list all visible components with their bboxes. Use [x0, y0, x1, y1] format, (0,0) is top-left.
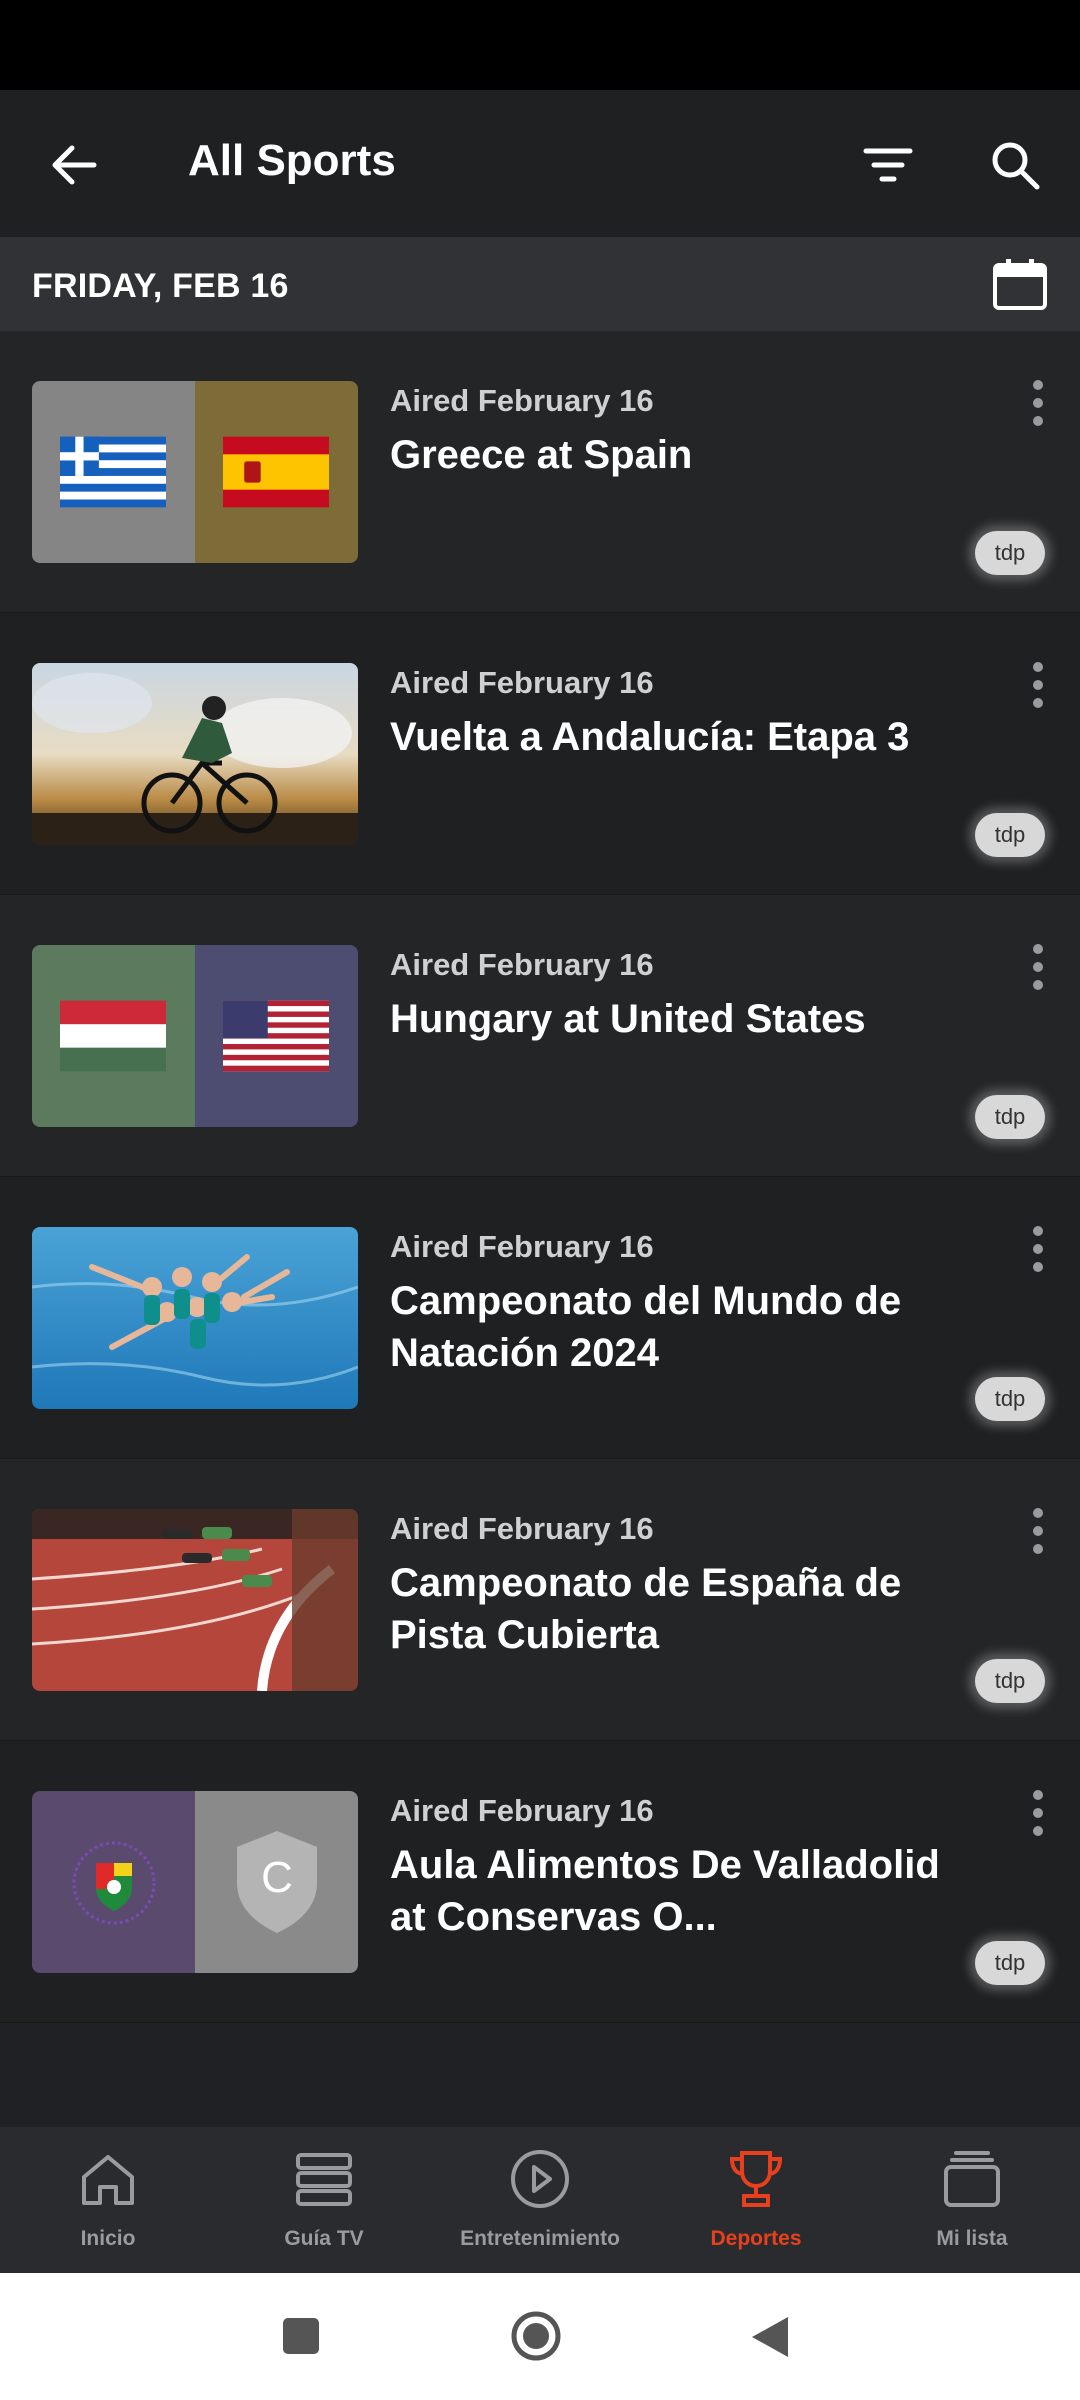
nav-label: Mi lista — [936, 2227, 1008, 2250]
app-bar: All Sports — [0, 90, 1080, 237]
filter-icon[interactable] — [858, 135, 918, 195]
back-arrow-icon[interactable] — [44, 135, 104, 195]
channel-badge: tdp — [975, 1941, 1045, 1985]
nav-guia-tv[interactable]: Guía TV — [216, 2127, 432, 2273]
more-options-icon[interactable] — [1024, 661, 1052, 709]
event-title: Aula Alimentos De Valladolid at Conserva… — [390, 1843, 940, 1939]
list-item[interactable]: Aired February 16 Campeonato de España d… — [0, 1459, 1080, 1741]
track-thumbnail — [32, 1509, 358, 1691]
cycling-thumbnail — [32, 663, 358, 845]
matchup-thumbnail — [32, 945, 358, 1127]
list-item[interactable]: Aired February 16 Hungary at United Stat… — [0, 895, 1080, 1177]
list-icon — [944, 2151, 1000, 2207]
nav-label: Inicio — [80, 2227, 136, 2250]
nav-entretenimiento[interactable]: Entretenimiento — [432, 2127, 648, 2273]
channel-badge: tdp — [975, 1377, 1045, 1421]
event-title: Hungary at United States — [390, 997, 866, 1041]
club-crest-icon — [72, 1841, 156, 1925]
nav-label: Deportes — [710, 2227, 802, 2250]
matchup-thumbnail — [32, 381, 358, 563]
play-icon — [511, 2150, 569, 2208]
more-options-icon[interactable] — [1024, 1225, 1052, 1273]
nav-label: Entretenimiento — [460, 2227, 620, 2250]
date-label: FRIDAY, FEB 16 — [32, 267, 289, 305]
hungary-flag-icon — [60, 1000, 166, 1072]
list-item[interactable]: C Aired February 16 Aula Alimentos De Va… — [0, 1741, 1080, 2023]
aired-date: Aired February 16 — [390, 947, 654, 982]
list-item[interactable]: Aired February 16 Vuelta a Andalucía: Et… — [0, 613, 1080, 895]
aired-date: Aired February 16 — [390, 1229, 654, 1264]
home-button-icon[interactable] — [510, 2310, 562, 2362]
greece-flag-icon — [60, 436, 166, 508]
event-title: Vuelta a Andalucía: Etapa 3 — [390, 715, 910, 759]
aired-date: Aired February 16 — [390, 383, 654, 418]
swimming-thumbnail — [32, 1227, 358, 1409]
page-title: All Sports — [188, 136, 396, 185]
channel-badge: tdp — [975, 813, 1045, 857]
event-title: Campeonato del Mundo de Natación 2024 — [390, 1279, 902, 1375]
event-title: Campeonato de España de Pista Cubierta — [390, 1561, 902, 1657]
more-options-icon[interactable] — [1024, 379, 1052, 427]
team-right-panel: C — [195, 1791, 358, 1973]
nav-inicio[interactable]: Inicio — [0, 2127, 216, 2273]
recents-icon[interactable] — [282, 2317, 320, 2355]
channel-badge: tdp — [975, 531, 1045, 575]
spain-flag-icon — [223, 436, 329, 508]
shield-letter: C — [261, 1853, 293, 1902]
usa-flag-icon — [223, 1000, 329, 1072]
list-item[interactable]: Aired February 16 Campeonato del Mundo d… — [0, 1177, 1080, 1459]
trophy-icon — [729, 2151, 783, 2207]
list-item[interactable]: Aired February 16 Greece at Spain tdp — [0, 331, 1080, 613]
calendar-icon[interactable] — [992, 259, 1048, 311]
channel-badge: tdp — [975, 1659, 1045, 1703]
more-options-icon[interactable] — [1024, 1507, 1052, 1555]
home-icon — [82, 2155, 134, 2205]
nav-deportes[interactable]: Deportes — [648, 2127, 864, 2273]
team-right-panel — [195, 381, 358, 563]
event-list: Aired February 16 Greece at Spain tdp Ai… — [0, 331, 1080, 2023]
search-icon[interactable] — [985, 135, 1045, 195]
aired-date: Aired February 16 — [390, 1511, 654, 1546]
event-title: Greece at Spain — [390, 433, 693, 477]
nav-label: Guía TV — [284, 2227, 364, 2250]
matchup-thumbnail: C — [32, 1791, 358, 1973]
system-nav-bar — [0, 2273, 1080, 2400]
status-bar — [0, 0, 1080, 90]
tv-guide-icon — [296, 2153, 352, 2206]
date-bar: FRIDAY, FEB 16 — [0, 237, 1080, 331]
team-right-panel — [195, 945, 358, 1127]
team-left-panel — [32, 381, 195, 563]
athletics-track-image — [32, 1509, 358, 1691]
more-options-icon[interactable] — [1024, 1789, 1052, 1837]
team-left-panel — [32, 945, 195, 1127]
bottom-nav: Inicio Guía TV Entretenimiento Deportes … — [0, 2127, 1080, 2273]
cyclist-image — [32, 663, 358, 845]
aired-date: Aired February 16 — [390, 665, 654, 700]
back-triangle-icon[interactable] — [750, 2315, 790, 2359]
team-left-panel — [32, 1791, 195, 1973]
aired-date: Aired February 16 — [390, 1793, 654, 1828]
more-options-icon[interactable] — [1024, 943, 1052, 991]
nav-mi-lista[interactable]: Mi lista — [864, 2127, 1080, 2273]
synchronized-swimming-image — [32, 1227, 358, 1409]
channel-badge: tdp — [975, 1095, 1045, 1139]
